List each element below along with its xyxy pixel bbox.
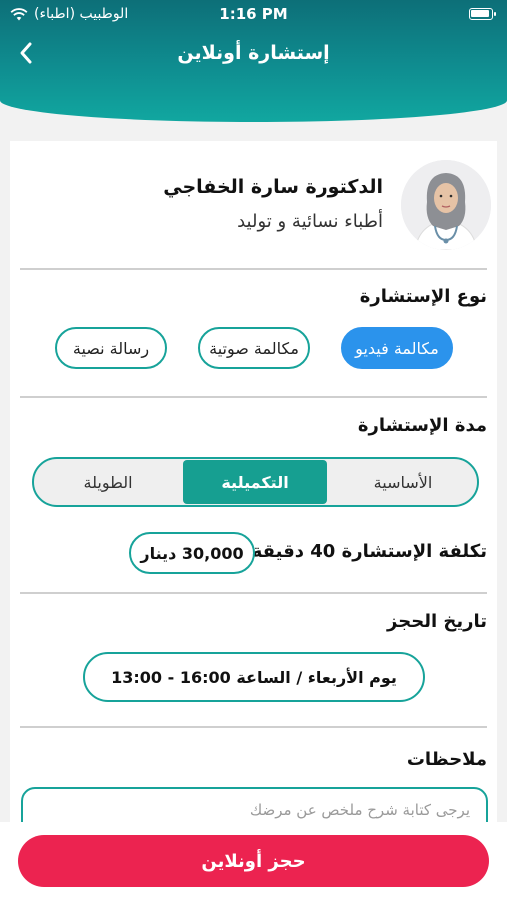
- option-text-message[interactable]: رسالة نصية: [55, 327, 167, 369]
- doctor-name: الدكتورة سارة الخفاجي: [163, 176, 383, 198]
- status-time: 1:16 PM: [219, 5, 288, 23]
- consultation-duration-title: مدة الإستشارة: [357, 415, 487, 436]
- header: الوطبيب (اطباء) 1:16 PM إستشارة أونلاين: [0, 0, 507, 122]
- battery-icon: [469, 8, 496, 20]
- divider: [20, 592, 487, 594]
- doctor-specialty: أطباء نسائية و توليد: [237, 211, 383, 232]
- segment-long[interactable]: الطويلة: [34, 459, 182, 505]
- divider: [20, 726, 487, 728]
- booking-date-title: تاريخ الحجز: [387, 611, 487, 632]
- doctor-info: الدكتورة سارة الخفاجي أطباء نسائية و تول…: [10, 141, 497, 268]
- bottom-bar: حجز أونلاين: [0, 822, 507, 900]
- consultation-type-title: نوع الإستشارة: [359, 286, 487, 307]
- segment-basic[interactable]: الأساسية: [329, 459, 477, 505]
- book-online-button[interactable]: حجز أونلاين: [18, 835, 489, 887]
- price-badge: 30,000 دينار: [129, 532, 255, 574]
- divider: [20, 268, 487, 270]
- divider: [20, 396, 487, 398]
- page-title: إستشارة أونلاين: [177, 42, 330, 64]
- doctor-avatar: [401, 160, 491, 250]
- booking-date-selector[interactable]: يوم الأربعاء / الساعة 16:00 - 13:00: [83, 652, 425, 702]
- option-voice-call[interactable]: مكالمة صوتية: [198, 327, 310, 369]
- cost-label: تكلفة الإستشارة 40 دقيقة: [251, 541, 487, 562]
- doctor-photo-icon: [401, 160, 491, 250]
- status-bar: الوطبيب (اطباء) 1:16 PM: [0, 0, 507, 30]
- duration-segmented-control: الأساسية التكميلية الطويلة: [32, 457, 479, 507]
- segment-supplementary[interactable]: التكميلية: [183, 460, 327, 504]
- option-video-call[interactable]: مكالمة فيديو: [341, 327, 453, 369]
- consultation-card: الدكتورة سارة الخفاجي أطباء نسائية و تول…: [10, 141, 497, 857]
- notes-title: ملاحظات: [406, 749, 487, 770]
